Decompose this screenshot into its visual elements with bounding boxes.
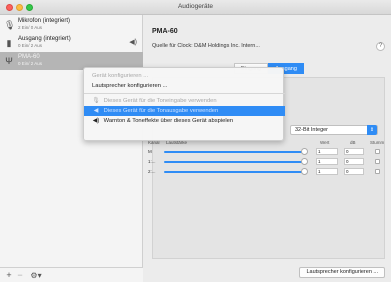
volume-db-field[interactable]: 0	[344, 168, 364, 175]
speaker-icon: ◀	[93, 108, 99, 114]
remove-device-button[interactable]: −	[15, 270, 25, 281]
clock-source-label[interactable]: Quelle für Clock: D&M Holdings Inc. Inte…	[152, 43, 260, 49]
volume-slider-track[interactable]	[164, 171, 304, 173]
add-device-button[interactable]: +	[4, 270, 14, 281]
gear-menu-button[interactable]: ⚙▾	[28, 270, 44, 281]
speaker-volume-icon: ◀)	[129, 39, 137, 46]
device-name: Ausgang (integriert)	[18, 36, 71, 42]
volume-slider-knob[interactable]	[301, 168, 308, 175]
device-context-menu: Gerät konfigurieren ... Lautsprecher kon…	[83, 67, 285, 141]
device-item-ausgang[interactable]: ▮ Ausgang (integriert) 0 Ein/ 2 Aus ◀)	[0, 34, 143, 52]
device-item-mikrofon[interactable]: 🎙 Mikrofon (integriert) 2 Ein/ 0 Aus	[0, 16, 143, 34]
volume-row: 1:... 1 0	[144, 158, 391, 167]
help-button[interactable]: ?	[376, 42, 385, 51]
format-value: 32-Bit Integer	[295, 127, 329, 133]
device-channels: 2 Ein/ 0 Aus	[18, 25, 43, 30]
header-mute: Stumm	[370, 140, 385, 145]
microphone-icon: 🎙	[4, 20, 16, 30]
mute-checkbox[interactable]	[375, 159, 380, 164]
device-sidebar: 🎙 Mikrofon (integriert) 2 Ein/ 0 Aus ▮ A…	[0, 15, 143, 282]
device-name: PMA-60	[18, 54, 40, 60]
menu-item-alert-sounds[interactable]: ◀) Warnton & Toneffekte über dieses Gerä…	[84, 116, 285, 126]
menu-item-use-for-output[interactable]: ◀ Dieses Gerät für die Tonausgabe verwen…	[84, 106, 285, 116]
menu-item-label: Dieses Gerät für die Toneingabe verwende…	[103, 98, 217, 104]
format-select[interactable]: 32-Bit Integer ⇕	[290, 125, 378, 135]
channel-label: M	[148, 149, 152, 154]
volume-value-field[interactable]: 1	[316, 168, 338, 175]
menu-item-label: Warnton & Toneffekte über dieses Gerät a…	[103, 118, 234, 124]
channel-label: 1:...	[148, 159, 156, 164]
usb-icon: Ψ	[5, 56, 13, 66]
volume-slider-track[interactable]	[164, 151, 304, 153]
volume-slider-knob[interactable]	[301, 148, 308, 155]
configure-speakers-button[interactable]: Lautsprecher konfigurieren ...	[299, 267, 385, 278]
device-detail-pane: PMA-60 Quelle für Clock: D&M Holdings In…	[144, 15, 391, 282]
microphone-icon: 🎙	[92, 98, 100, 104]
mute-checkbox[interactable]	[375, 169, 380, 174]
menu-item-label: Gerät konfigurieren ...	[92, 73, 149, 79]
volume-slider-track[interactable]	[164, 161, 304, 163]
header-db: dB	[350, 140, 356, 145]
mute-checkbox[interactable]	[375, 149, 380, 154]
menu-item-label: Dieses Gerät für die Tonausgabe verwende…	[103, 108, 219, 114]
menu-item-configure-speakers[interactable]: Lautsprecher konfigurieren ...	[84, 81, 285, 91]
audio-devices-window: Audiogeräte 🎙 Mikrofon (integriert) 2 Ei…	[0, 0, 391, 282]
volume-db-field[interactable]: 0	[344, 148, 364, 155]
chevron-updown-icon: ⇕	[367, 125, 377, 135]
menu-item-configure-device[interactable]: Gerät konfigurieren ...	[84, 71, 285, 81]
speaker-icon: ▮	[6, 38, 12, 48]
menu-item-use-for-input[interactable]: 🎙 Dieses Gerät für die Toneingabe verwen…	[84, 96, 285, 106]
window-title: Audiogeräte	[177, 3, 214, 10]
device-channels: 0 Ein/ 2 Aus	[18, 43, 43, 48]
menu-separator	[84, 93, 285, 94]
header-value: Wert	[320, 140, 330, 145]
volume-value-field[interactable]: 1	[316, 158, 338, 165]
device-name: Mikrofon (integriert)	[18, 18, 71, 24]
channel-label: 2:...	[148, 169, 156, 174]
volume-row: M 1 0	[144, 148, 391, 157]
volume-value-field[interactable]: 1	[316, 148, 338, 155]
title-bar[interactable]: Audiogeräte	[0, 0, 391, 15]
volume-db-field[interactable]: 0	[344, 158, 364, 165]
alert-speaker-icon: ◀)	[92, 118, 100, 124]
sidebar-toolbar: + − ⚙▾	[0, 267, 143, 282]
menu-item-label: Lautsprecher konfigurieren ...	[92, 83, 168, 89]
volume-slider-knob[interactable]	[301, 158, 308, 165]
device-title: PMA-60	[152, 28, 178, 35]
device-channels: 0 Ein/ 2 Aus	[18, 61, 43, 66]
volume-row: 2:... 1 0	[144, 168, 391, 177]
